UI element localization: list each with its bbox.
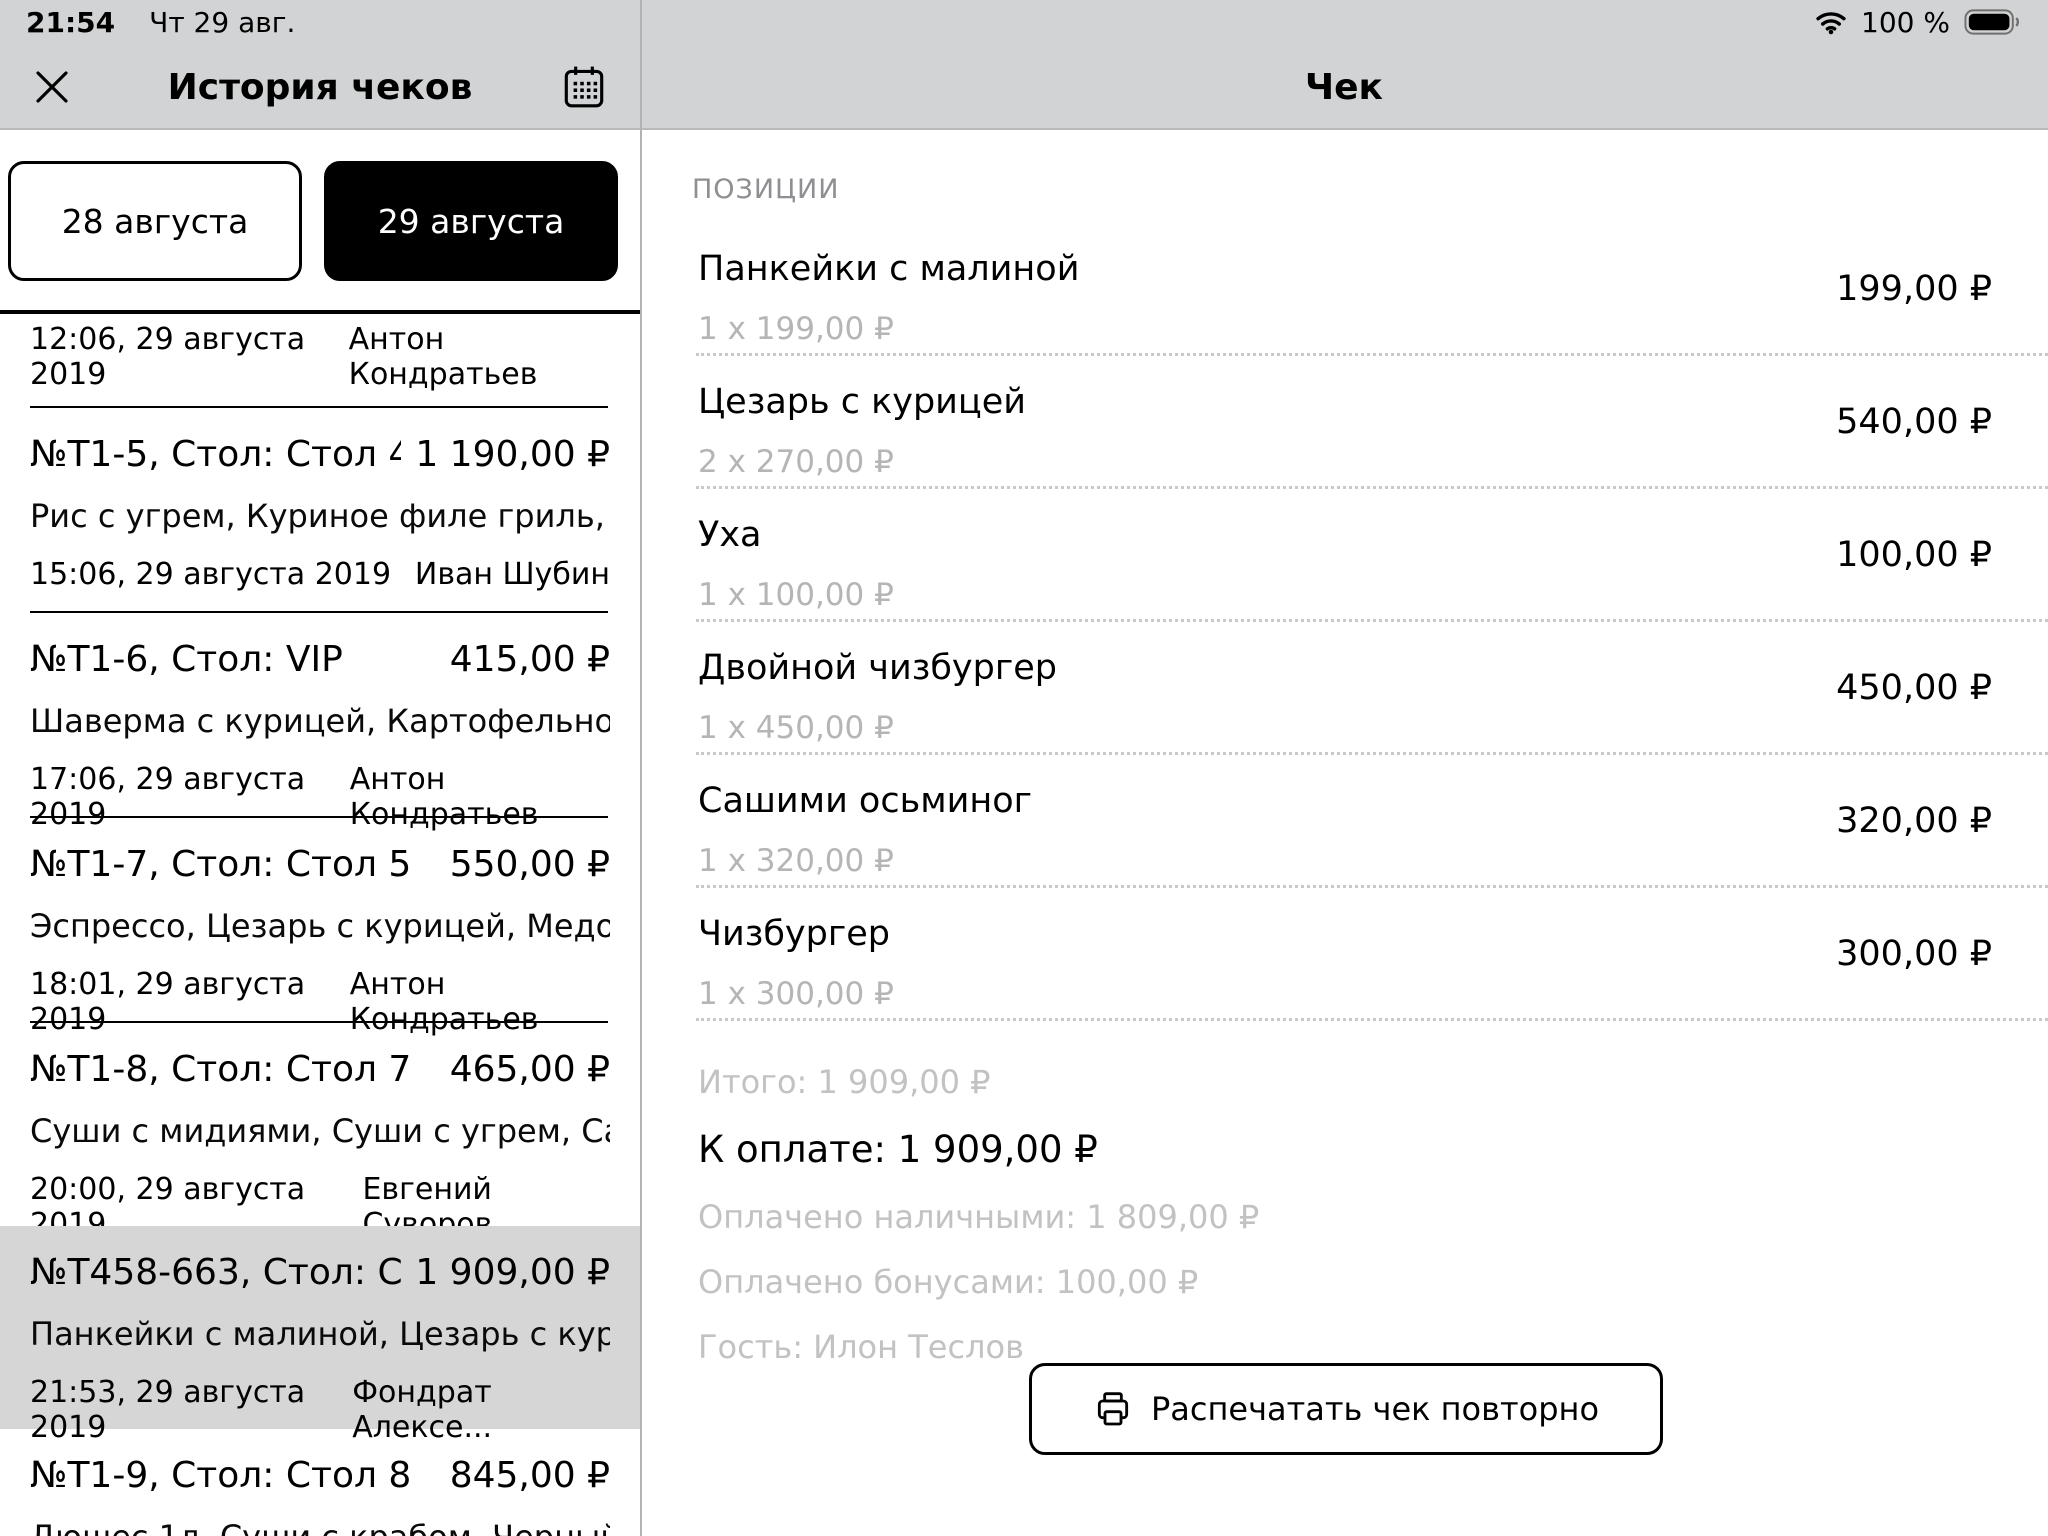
list-item[interactable]: №Т1-5, Стол: Стол 4 1 190,00 ₽ Рис с угр… [0,408,640,611]
receipt-line-item: Уха 1 x 100,00 ₽ 100,00 ₽ [642,489,2048,619]
item-price: 199,00 ₽ [1836,269,1992,309]
receipt-total: 845,00 ₽ [436,1455,610,1496]
item-qty: 1 x 199,00 ₽ [698,311,1992,347]
item-price: 320,00 ₽ [1836,801,1992,841]
receipt-items-preview: Шаверма с курицей, Картофельное пюр... [30,702,610,740]
receipt-number: №Т1-7, Стол: Стол 5 [30,844,411,885]
receipt-line-item: Сашими осьминог 1 x 320,00 ₽ 320,00 ₽ [642,755,2048,885]
status-date: Чт 29 авг. [149,6,295,39]
item-name: Сашими осьминог [698,781,1992,821]
receipt-line-item: Цезарь с курицей 2 x 270,00 ₽ 540,00 ₽ [642,356,2048,486]
battery-percent: 100 % [1861,6,1950,39]
receipt-header: Чек [640,44,2048,130]
receipt-line-item: Двойной чизбургер 1 x 450,00 ₽ 450,00 ₽ [642,622,2048,752]
item-price: 450,00 ₽ [1836,668,1992,708]
receipt-items-preview: Дюшес 1л, Суши с крабом, Черный кофе [30,1518,610,1536]
list-item-partial[interactable]: 12:06, 29 августа 2019 Антон Кондратьев [0,314,640,406]
receipt-total: 1 190,00 ₽ [401,434,610,475]
item-name: Двойной чизбургер [698,648,1992,688]
receipt-number: №Т458-663, Стол: Ст... [30,1252,401,1293]
date-filter-28-aug[interactable]: 28 августа [8,161,302,281]
print-receipt-label: Распечатать чек повторно [1151,1390,1599,1428]
receipt-number: №Т1-8, Стол: Стол 7 [30,1049,411,1090]
receipt-totals: Итого: 1 909,00 ₽ К оплате: 1 909,00 ₽ О… [642,1021,2048,1366]
item-price: 100,00 ₽ [1836,535,1992,575]
receipt-items-preview: Суши с мидиями, Суши с угрем, Сашими... [30,1112,610,1150]
top-bar: 21:54 Чт 29 авг. 100 % [0,0,2048,130]
item-price: 540,00 ₽ [1836,402,1992,442]
status-time: 21:54 [26,6,115,39]
item-name: Панкейки с малиной [698,249,1992,289]
item-qty: 1 x 100,00 ₽ [698,577,1992,613]
calendar-icon[interactable] [556,59,612,115]
receipt-total: 465,00 ₽ [436,1049,610,1090]
receipt-total: 415,00 ₽ [436,639,610,680]
to-pay-line: К оплате: 1 909,00 ₽ [698,1128,1992,1171]
list-item[interactable]: №Т1-6, Стол: VIP 415,00 ₽ Шаверма с кури… [0,613,640,816]
list-item-selected[interactable]: №Т458-663, Стол: Ст... 1 909,00 ₽ Панкей… [0,1226,640,1429]
paid-bonus-line: Оплачено бонусами: 100,00 ₽ [698,1263,1992,1301]
receipt-items-preview: Панкейки с малиной, Цезарь с курицей,... [30,1315,610,1353]
receipt-history-sidebar: 28 августа 29 августа 12:06, 29 августа … [0,132,640,1536]
item-name: Чизбургер [698,914,1992,954]
receipt-items-preview: Рис с угрем, Куриное филе гриль, Томле..… [30,497,610,535]
receipt-line-item: Чизбургер 1 x 300,00 ₽ 300,00 ₽ [642,888,2048,1018]
receipt-waiter: Иван Шубин [415,557,610,592]
battery-icon [1964,8,2022,36]
receipt-waiter: Антон Кондратьев [349,322,608,392]
date-filter-29-aug[interactable]: 29 августа [324,161,618,281]
receipt-time: 15:06, 29 августа 2019 [30,557,391,592]
receipt-number: №Т1-9, Стол: Стол 8 [30,1455,411,1496]
status-bar: 21:54 Чт 29 авг. 100 % [0,0,2048,44]
item-name: Уха [698,515,1992,555]
receipt-items-preview: Эспрессо, Цезарь с курицей, Медовик [30,907,610,945]
list-item[interactable]: №Т1-7, Стол: Стол 5 550,00 ₽ Эспрессо, Ц… [0,818,640,1021]
receipt-time: 12:06, 29 августа 2019 [30,322,349,392]
item-name: Цезарь с курицей [698,382,1992,422]
sidebar-title: История чеков [168,67,473,108]
item-qty: 1 x 320,00 ₽ [698,843,1992,879]
receipt-total: 550,00 ₽ [436,844,610,885]
list-item[interactable]: №Т1-9, Стол: Стол 8 845,00 ₽ Дюшес 1л, С… [0,1429,640,1536]
guest-line: Гость: Илон Теслов [698,1328,1992,1366]
sidebar-header: История чеков [0,44,640,130]
printer-icon [1093,1389,1133,1429]
print-receipt-button[interactable]: Распечатать чек повторно [1029,1363,1663,1455]
item-qty: 1 x 450,00 ₽ [698,710,1992,746]
receipt-number: №Т1-5, Стол: Стол 4 [30,434,401,475]
item-price: 300,00 ₽ [1836,934,1992,974]
positions-label: ПОЗИЦИИ [692,174,2048,205]
item-qty: 1 x 300,00 ₽ [698,976,1992,1012]
date-filter-bar: 28 августа 29 августа [0,132,640,314]
receipt-number: №Т1-6, Стол: VIP [30,639,343,680]
paid-cash-line: Оплачено наличными: 1 809,00 ₽ [698,1198,1992,1236]
receipt-line-item: Панкейки с малиной 1 x 199,00 ₽ 199,00 ₽ [642,223,2048,353]
receipt-items-list: Панкейки с малиной 1 x 199,00 ₽ 199,00 ₽… [642,223,2048,1021]
receipt-title: Чек [1305,67,1383,108]
item-qty: 2 x 270,00 ₽ [698,444,1992,480]
close-icon[interactable] [28,63,76,111]
receipt-detail-panel: ПОЗИЦИИ Панкейки с малиной 1 x 199,00 ₽ … [642,132,2048,1536]
receipt-total: 1 909,00 ₽ [401,1252,610,1293]
subtotal-line: Итого: 1 909,00 ₽ [698,1063,1992,1101]
list-item[interactable]: №Т1-8, Стол: Стол 7 465,00 ₽ Суши с миди… [0,1023,640,1226]
wifi-icon [1815,9,1847,35]
